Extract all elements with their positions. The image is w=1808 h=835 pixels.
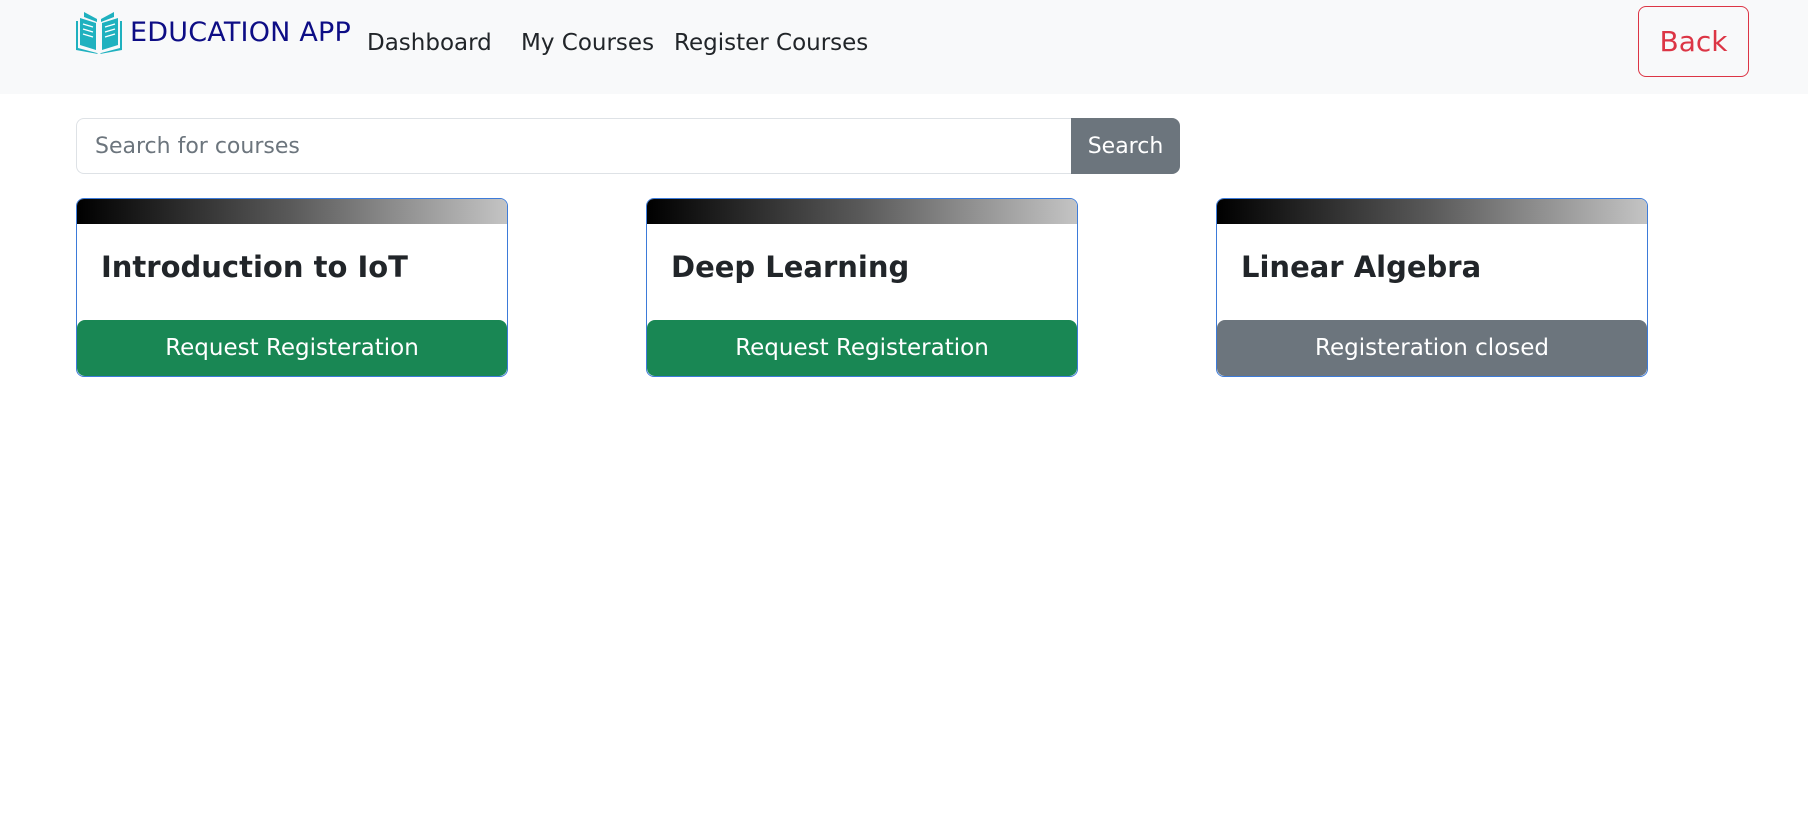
nav-link-my-courses[interactable]: My Courses bbox=[521, 28, 654, 58]
search-input[interactable] bbox=[76, 118, 1071, 174]
nav-link-dashboard[interactable]: Dashboard bbox=[367, 28, 492, 58]
course-card-linear-algebra: Linear Algebra Registeration closed bbox=[1216, 198, 1648, 377]
open-book-icon bbox=[76, 12, 122, 54]
card-banner-image bbox=[647, 199, 1077, 224]
top-navbar: EDUCATION APP Dashboard My Courses Regis… bbox=[0, 0, 1808, 94]
course-card-introduction-to-iot: Introduction to IoT Request Registeratio… bbox=[76, 198, 508, 377]
brand-link[interactable]: EDUCATION APP bbox=[76, 10, 351, 54]
back-button[interactable]: Back bbox=[1638, 6, 1749, 77]
course-card-deep-learning: Deep Learning Request Registeration bbox=[646, 198, 1078, 377]
card-banner-image bbox=[77, 199, 507, 224]
search-button[interactable]: Search bbox=[1071, 118, 1180, 174]
request-registration-button[interactable]: Request Registeration bbox=[77, 320, 507, 376]
course-title: Linear Algebra bbox=[1241, 250, 1482, 284]
card-banner-image bbox=[1217, 199, 1647, 224]
registration-closed-button: Registeration closed bbox=[1217, 320, 1647, 376]
nav-link-register-courses[interactable]: Register Courses bbox=[674, 28, 868, 58]
request-registration-button[interactable]: Request Registeration bbox=[647, 320, 1077, 376]
brand-name: EDUCATION APP bbox=[130, 16, 351, 48]
course-title: Deep Learning bbox=[671, 250, 910, 284]
search-bar: Search bbox=[76, 118, 1180, 174]
course-title: Introduction to IoT bbox=[101, 250, 408, 284]
